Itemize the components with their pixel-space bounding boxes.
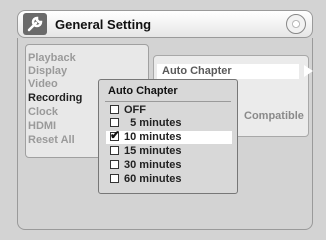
checkbox-checked[interactable]: ✔	[110, 128, 121, 142]
checkmark-icon: ✔	[110, 128, 121, 142]
checkbox[interactable]	[110, 105, 119, 114]
option-60-minutes[interactable]: 60 minutes	[104, 173, 232, 185]
checkbox[interactable]	[110, 118, 119, 127]
page-title: General Setting	[55, 17, 152, 32]
right-item-auto-chapter[interactable]: Auto Chapter	[162, 65, 232, 77]
menu-item-reset-all[interactable]: Reset All	[28, 134, 75, 147]
general-setting-screen: General Setting Playback Display Video R…	[0, 0, 326, 240]
menu-item-playback[interactable]: Playback	[28, 52, 76, 65]
wrench-icon	[23, 13, 47, 35]
option-30-minutes[interactable]: 30 minutes	[104, 159, 232, 171]
option-5-minutes[interactable]: 5 minutes	[104, 117, 232, 129]
option-10-minutes[interactable]: ✔ 10 minutes	[106, 128, 232, 144]
menu-item-hdmi[interactable]: HDMI	[28, 120, 56, 133]
disc-icon	[286, 14, 306, 34]
title-bar: General Setting	[17, 10, 313, 38]
popup-title: Auto Chapter	[108, 85, 178, 97]
option-15-minutes[interactable]: 15 minutes	[104, 145, 232, 157]
menu-item-display[interactable]: Display	[28, 65, 67, 78]
menu-item-clock[interactable]: Clock	[28, 106, 58, 119]
checkbox[interactable]	[110, 174, 119, 183]
checkbox[interactable]	[110, 146, 119, 155]
menu-item-video[interactable]: Video	[28, 78, 58, 91]
menu-item-recording[interactable]: Recording	[28, 92, 82, 105]
arrow-right-icon	[304, 65, 313, 77]
checkbox[interactable]	[110, 160, 119, 169]
right-item-compatible[interactable]: Compatible	[244, 110, 304, 122]
option-off[interactable]: OFF	[104, 104, 232, 116]
